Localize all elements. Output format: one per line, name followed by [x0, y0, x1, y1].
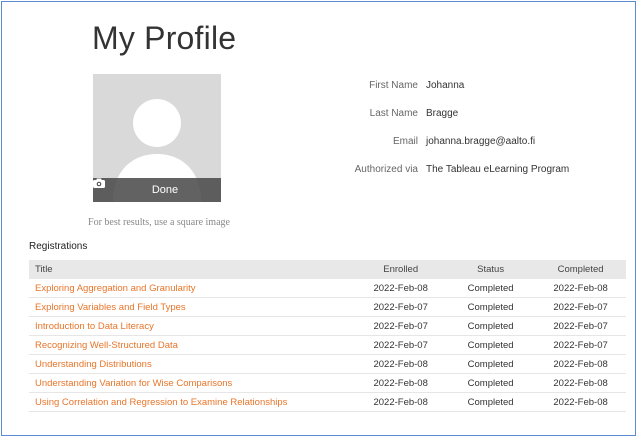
last-name-value: Bragge: [426, 108, 459, 119]
table-row: Exploring Variables and Field Types 2022…: [29, 297, 626, 317]
enrolled-date: 2022-Feb-08: [355, 279, 447, 298]
status-text: Completed: [446, 373, 536, 393]
status-text: Completed: [446, 316, 536, 336]
status-text: Completed: [446, 354, 536, 374]
done-button[interactable]: Done: [93, 178, 221, 202]
camera-icon: [93, 178, 148, 195]
enrolled-date: 2022-Feb-07: [355, 297, 447, 317]
table-header-row: Title Enrolled Status Completed: [29, 260, 626, 279]
completed-date: 2022-Feb-07: [535, 335, 626, 355]
registrations-table: Title Enrolled Status Completed Explorin…: [29, 260, 626, 412]
first-name-label: First Name: [369, 80, 418, 91]
course-link[interactable]: Recognizing Well-Structured Data: [29, 335, 356, 355]
status-text: Completed: [446, 392, 536, 412]
course-link[interactable]: Using Correlation and Regression to Exam…: [29, 392, 356, 412]
authorized-via-label: Authorized via: [354, 164, 418, 175]
enrolled-date: 2022-Feb-08: [355, 392, 447, 412]
table-row: Understanding Distributions 2022-Feb-08 …: [29, 354, 626, 374]
table-row: Understanding Variation for Wise Compari…: [29, 373, 626, 393]
email-value: johanna.bragge@aalto.fi: [426, 136, 536, 147]
completed-date: 2022-Feb-08: [535, 279, 626, 298]
status-text: Completed: [446, 297, 536, 317]
done-label: Done: [151, 184, 179, 196]
status-text: Completed: [446, 335, 536, 355]
avatar[interactable]: Done: [93, 74, 221, 202]
course-link[interactable]: Understanding Distributions: [29, 354, 356, 374]
completed-date: 2022-Feb-07: [535, 316, 626, 336]
enrolled-date: 2022-Feb-08: [355, 373, 447, 393]
completed-date: 2022-Feb-07: [535, 297, 626, 317]
status-text: Completed: [446, 279, 536, 298]
completed-date: 2022-Feb-08: [535, 354, 626, 374]
table-row: Recognizing Well-Structured Data 2022-Fe…: [29, 335, 626, 355]
last-name-label: Last Name: [369, 108, 418, 119]
table-row: Introduction to Data Literacy 2022-Feb-0…: [29, 316, 626, 336]
first-name-value: Johanna: [426, 80, 465, 91]
enrolled-date: 2022-Feb-08: [355, 354, 447, 374]
enrolled-date: 2022-Feb-07: [355, 335, 447, 355]
course-link[interactable]: Exploring Variables and Field Types: [29, 297, 356, 317]
column-header-completed: Completed: [535, 260, 626, 279]
completed-date: 2022-Feb-08: [535, 373, 626, 393]
completed-date: 2022-Feb-08: [535, 392, 626, 412]
course-link[interactable]: Understanding Variation for Wise Compari…: [29, 373, 356, 393]
course-link[interactable]: Exploring Aggregation and Granularity: [29, 279, 356, 298]
column-header-status: Status: [446, 260, 536, 279]
table-row: Exploring Aggregation and Granularity 20…: [29, 279, 626, 298]
column-header-enrolled: Enrolled: [355, 260, 447, 279]
email-label: Email: [392, 136, 418, 147]
page-title: My Profile: [92, 20, 237, 56]
authorized-via-value: The Tableau eLearning Program: [426, 164, 570, 175]
registrations-heading: Registrations: [29, 241, 88, 252]
enrolled-date: 2022-Feb-07: [355, 316, 447, 336]
column-header-title: Title: [29, 260, 356, 279]
course-link[interactable]: Introduction to Data Literacy: [29, 316, 356, 336]
table-row: Using Correlation and Regression to Exam…: [29, 392, 626, 412]
avatar-hint: For best results, use a square image: [88, 217, 230, 228]
